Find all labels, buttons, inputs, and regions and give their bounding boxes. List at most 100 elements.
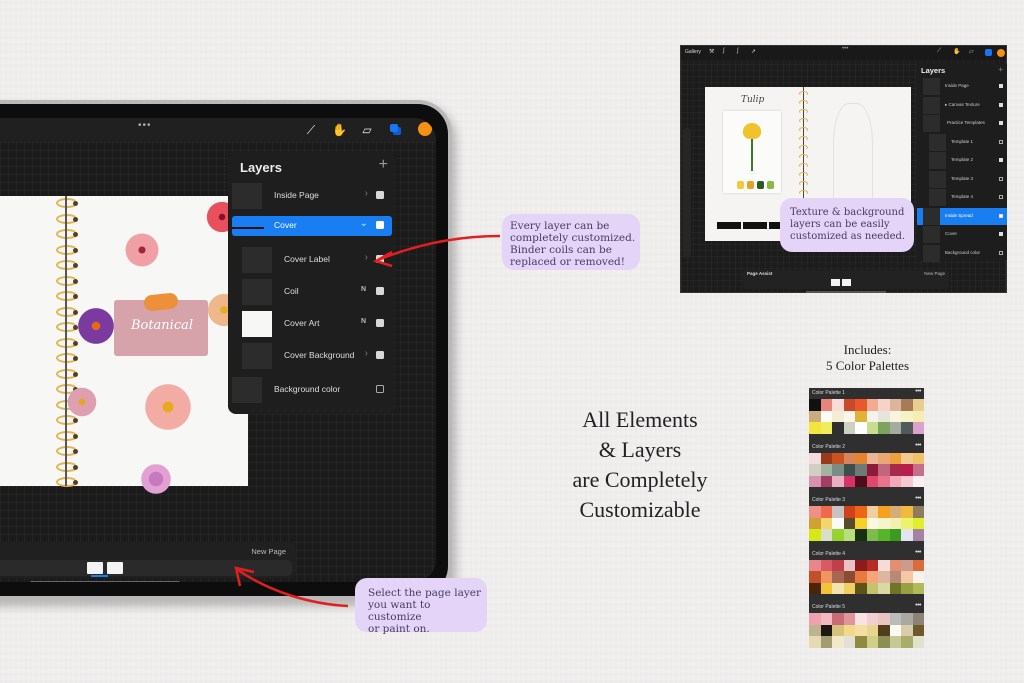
color-swatch[interactable]	[889, 517, 901, 529]
wrench-icon[interactable]: ⚒	[709, 48, 714, 55]
color-swatch[interactable]	[809, 559, 821, 571]
layer-visibility-checkbox[interactable]	[999, 102, 1003, 107]
palette-more-icon[interactable]: •••	[915, 602, 921, 609]
color-swatch[interactable]	[809, 475, 821, 487]
color-swatch[interactable]	[843, 529, 855, 541]
color-swatch[interactable]	[855, 624, 867, 636]
color-swatch[interactable]	[912, 517, 924, 529]
color-swatch[interactable]	[878, 636, 890, 648]
color-swatch[interactable]	[912, 422, 924, 434]
new-page-button[interactable]: New Page	[924, 271, 945, 276]
transform-icon[interactable]: ➚	[751, 48, 756, 55]
color-picker-icon[interactable]	[997, 49, 1005, 57]
color-swatch[interactable]	[878, 410, 890, 422]
color-swatch[interactable]	[866, 475, 878, 487]
gallery-button[interactable]: Gallery	[685, 49, 701, 55]
page-thumbnail[interactable]	[842, 279, 851, 286]
color-swatch[interactable]	[832, 475, 844, 487]
color-swatch[interactable]	[843, 613, 855, 625]
color-swatch[interactable]	[912, 529, 924, 541]
color-swatch[interactable]	[832, 464, 844, 476]
color-swatch[interactable]	[901, 613, 913, 625]
color-swatch[interactable]	[809, 399, 821, 411]
color-swatch[interactable]	[912, 582, 924, 594]
color-swatch[interactable]	[809, 452, 821, 464]
layers-icon[interactable]	[985, 49, 992, 56]
color-swatch[interactable]	[820, 559, 832, 571]
layer-row[interactable]: Inside Page	[917, 78, 1007, 95]
color-swatch[interactable]	[843, 399, 855, 411]
color-swatch[interactable]	[878, 452, 890, 464]
palette-more-icon[interactable]: •••	[915, 495, 921, 502]
color-swatch[interactable]	[866, 399, 878, 411]
color-swatch[interactable]	[889, 464, 901, 476]
color-swatch[interactable]	[820, 399, 832, 411]
color-swatch[interactable]	[889, 571, 901, 583]
color-swatch[interactable]	[901, 422, 913, 434]
color-swatch[interactable]	[889, 582, 901, 594]
color-swatch[interactable]	[855, 410, 867, 422]
color-swatch[interactable]	[855, 613, 867, 625]
color-swatch[interactable]	[866, 464, 878, 476]
color-swatch[interactable]	[878, 464, 890, 476]
color-swatch[interactable]	[832, 624, 844, 636]
color-swatch[interactable]	[832, 582, 844, 594]
color-swatch[interactable]	[820, 636, 832, 648]
layer-visibility-checkbox[interactable]	[999, 121, 1003, 125]
layer-visibility-checkbox[interactable]	[999, 213, 1003, 218]
color-swatch[interactable]	[912, 452, 924, 464]
color-swatch[interactable]	[866, 422, 878, 434]
layer-visibility-checkbox[interactable]	[999, 232, 1003, 236]
color-swatch[interactable]	[832, 636, 844, 648]
eraser-icon[interactable]: ▱	[969, 48, 974, 55]
color-swatch[interactable]	[912, 399, 924, 411]
color-swatch[interactable]	[866, 506, 878, 518]
color-swatch[interactable]	[832, 452, 844, 464]
color-swatch[interactable]	[820, 582, 832, 594]
color-swatch[interactable]	[809, 422, 821, 434]
color-swatch[interactable]	[901, 475, 913, 487]
color-swatch[interactable]	[809, 529, 821, 541]
color-swatch[interactable]	[809, 636, 821, 648]
color-swatch[interactable]	[843, 452, 855, 464]
color-swatch[interactable]	[901, 624, 913, 636]
color-swatch[interactable]	[866, 529, 878, 541]
color-swatch[interactable]	[901, 559, 913, 571]
color-swatch[interactable]	[832, 571, 844, 583]
color-swatch[interactable]	[878, 613, 890, 625]
color-swatch[interactable]	[912, 475, 924, 487]
color-swatch[interactable]	[855, 399, 867, 411]
color-swatch[interactable]	[820, 517, 832, 529]
color-swatch[interactable]	[878, 582, 890, 594]
color-swatch[interactable]	[912, 636, 924, 648]
color-swatch[interactable]	[878, 624, 890, 636]
color-swatch[interactable]	[843, 475, 855, 487]
color-swatch[interactable]	[832, 529, 844, 541]
color-swatch[interactable]	[843, 464, 855, 476]
color-swatch[interactable]	[889, 452, 901, 464]
color-swatch[interactable]	[889, 399, 901, 411]
layer-row[interactable]: Background color	[917, 244, 1007, 262]
color-swatch[interactable]	[878, 559, 890, 571]
color-swatch[interactable]	[820, 506, 832, 518]
color-swatch[interactable]	[832, 517, 844, 529]
layer-row[interactable]: Template 1	[917, 133, 1007, 151]
layer-row[interactable]: Template 2	[917, 152, 1007, 169]
layer-row[interactable]: Template 4	[917, 189, 1007, 206]
mini-sidebar-sliders[interactable]	[683, 128, 691, 258]
color-swatch[interactable]	[912, 624, 924, 636]
color-swatch[interactable]	[866, 613, 878, 625]
color-swatch[interactable]	[878, 506, 890, 518]
color-swatch[interactable]	[889, 410, 901, 422]
color-swatch[interactable]	[889, 624, 901, 636]
color-swatch[interactable]	[843, 582, 855, 594]
color-swatch[interactable]	[843, 624, 855, 636]
color-swatch[interactable]	[855, 452, 867, 464]
color-swatch[interactable]	[843, 571, 855, 583]
palette-more-icon[interactable]: •••	[915, 549, 921, 556]
color-swatch[interactable]	[912, 613, 924, 625]
color-swatch[interactable]	[901, 410, 913, 422]
color-swatch[interactable]	[820, 571, 832, 583]
color-swatch[interactable]	[901, 506, 913, 518]
layer-visibility-checkbox[interactable]	[999, 139, 1003, 144]
